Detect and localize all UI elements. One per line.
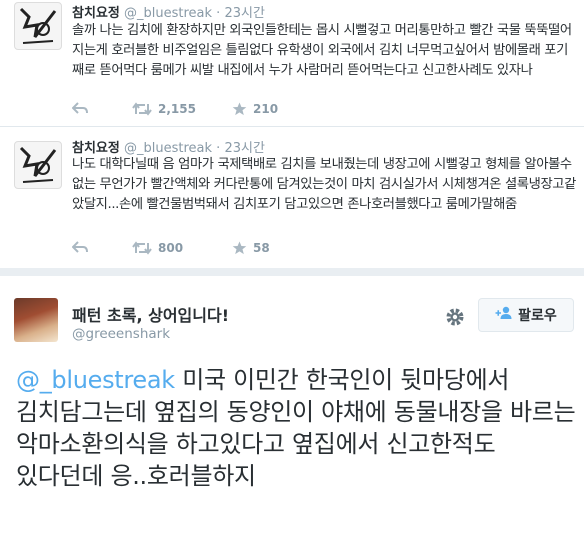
follow-label: 팔로우	[518, 308, 557, 324]
favorite-count: 210	[253, 102, 279, 116]
favorite-icon	[232, 102, 247, 116]
retweet-icon	[132, 102, 152, 116]
tweet-text: 솔까 나는 김치에 환장하지만 외국인들한테는 몹시 시뻘겋고 머리통만하고 빨…	[72, 23, 572, 78]
retweet-button[interactable]: 2,155	[132, 102, 196, 116]
tweet-text: @_bluestreak 미국 이민간 한국인이 뒷마당에서 김치담그는데 옆집…	[16, 364, 576, 492]
user-name[interactable]: 패턴 초록, 상어입니다!	[72, 302, 229, 326]
favorite-count: 58	[253, 241, 270, 255]
reply-button[interactable]	[72, 102, 88, 116]
tweet-header: 참치요정 @_bluestreak · 23시간	[72, 2, 265, 21]
separator: ·	[216, 141, 221, 156]
main-tweet: 패턴 초록, 상어입니다! @greeenshark 팔로우 @_bluestr…	[0, 276, 584, 541]
avatar[interactable]	[14, 141, 62, 189]
retweet-icon	[132, 241, 152, 255]
user-name[interactable]: 참치요정	[72, 6, 120, 21]
reply-button[interactable]	[72, 241, 88, 255]
timestamp[interactable]: 23시간	[224, 6, 264, 21]
reply-icon	[72, 241, 88, 255]
tweet: 참치요정 @_bluestreak · 23시간 나도 대학다닐때 음 엄마가 …	[0, 126, 584, 265]
follow-button[interactable]: 팔로우	[478, 298, 574, 332]
avatar[interactable]	[14, 298, 58, 342]
section-divider	[0, 268, 584, 276]
add-user-icon	[495, 306, 513, 324]
mention-link[interactable]: @_bluestreak	[16, 366, 175, 394]
tweet: 참치요정 @_bluestreak · 23시간 솔까 나는 김치에 환장하지만…	[0, 0, 584, 126]
tweet-header: 참치요정 @_bluestreak · 23시간	[72, 137, 265, 156]
user-handle[interactable]: @greeenshark	[72, 326, 170, 342]
reply-icon	[72, 102, 88, 116]
favorite-button[interactable]: 58	[232, 241, 270, 255]
retweet-button[interactable]: 800	[132, 241, 183, 255]
timestamp[interactable]: 23시간	[224, 141, 264, 156]
avatar[interactable]	[14, 2, 62, 50]
retweet-count: 800	[158, 241, 184, 255]
user-handle[interactable]: @_bluestreak	[124, 6, 212, 21]
favorite-icon	[232, 241, 247, 255]
gear-icon[interactable]	[444, 306, 466, 328]
tweet-text: 나도 대학다닐때 음 엄마가 국제택배로 김치를 보내줬는데 냉장고에 시뻘겋고…	[72, 157, 576, 212]
separator: ·	[216, 6, 221, 21]
retweet-count: 2,155	[158, 102, 196, 116]
favorite-button[interactable]: 210	[232, 102, 278, 116]
user-handle[interactable]: @_bluestreak	[124, 141, 212, 156]
user-name[interactable]: 참치요정	[72, 141, 120, 156]
